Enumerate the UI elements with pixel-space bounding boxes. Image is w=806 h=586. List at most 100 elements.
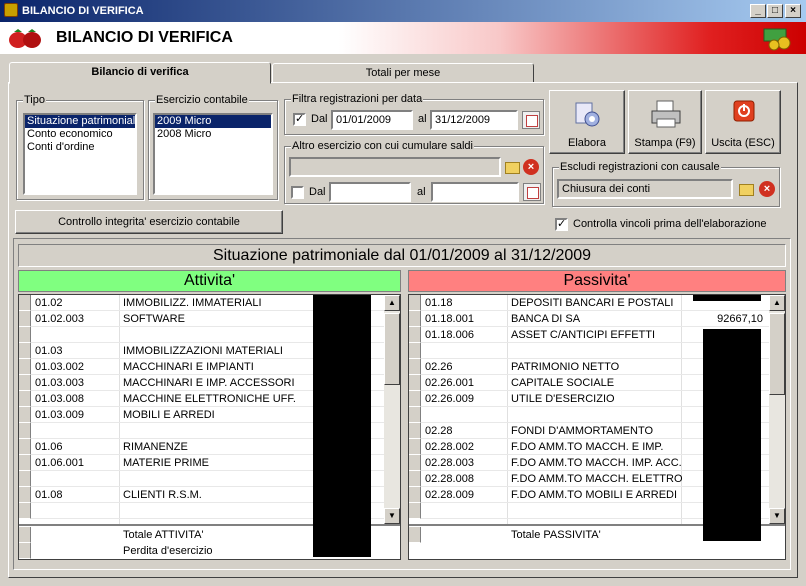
account-code: 02.26.009 <box>425 393 474 405</box>
account-description: CLIENTI R.S.M. <box>123 489 202 501</box>
controlla-vincoli-label: Controlla vincoli prima dell'elaborazion… <box>573 218 767 230</box>
redacted-values <box>313 295 371 557</box>
row-indicator <box>19 407 31 423</box>
power-icon <box>733 100 755 122</box>
row-indicator <box>409 359 421 375</box>
row-indicator <box>409 311 421 327</box>
strawberry-icon <box>9 29 41 48</box>
folder-icon[interactable] <box>737 180 755 198</box>
account-description: BANCA DI SA <box>511 313 581 325</box>
account-code: 01.03.008 <box>35 393 84 405</box>
account-code: 01.18 <box>425 297 453 309</box>
account-description: MACCHINE ELETTRONICHE UFF. <box>123 393 296 405</box>
scroll-thumb[interactable] <box>769 313 785 395</box>
row-indicator <box>19 423 31 439</box>
account-description: SOFTWARE <box>123 313 185 325</box>
footer-label: Perdita d'esercizio <box>123 545 213 557</box>
row-indicator <box>19 391 31 407</box>
footer-label: Totale ATTIVITA' <box>123 529 204 541</box>
uscita-button[interactable]: Uscita (ESC) <box>705 90 781 154</box>
scroll-down-arrow[interactable]: ▼ <box>769 508 785 524</box>
account-code: 01.18.006 <box>425 329 474 341</box>
redacted-values <box>703 329 761 541</box>
scroll-up-arrow[interactable]: ▲ <box>384 295 400 311</box>
controllo-integrita-button[interactable]: Controllo integrita' esercizio contabile <box>15 210 283 234</box>
altro-dal-input[interactable] <box>329 182 411 202</box>
altro-checkbox[interactable] <box>291 186 304 199</box>
table-row[interactable]: 01.18.001 BANCA DI SA 92667,10 <box>409 311 769 327</box>
tipo-item-situazione[interactable]: Situazione patrimoniale <box>25 115 135 128</box>
tipo-label: Tipo <box>23 94 46 106</box>
calendar-icon[interactable] <box>523 183 541 201</box>
elabora-button[interactable]: Elabora <box>549 90 625 154</box>
row-indicator <box>409 343 421 359</box>
tab-totali-per-mese[interactable]: Totali per mese <box>272 63 534 83</box>
attivita-grid[interactable]: 01.08 CLIENTI R.S.M. 01.06.001 MATERIE PRIM… <box>18 294 401 560</box>
scroll-up-arrow[interactable]: ▲ <box>769 295 785 311</box>
row-indicator <box>19 295 31 311</box>
filtra-dal-input[interactable]: 01/01/2009 <box>331 110 413 130</box>
row-indicator <box>409 423 421 439</box>
controlla-vincoli-checkbox[interactable]: ✓ <box>555 218 568 231</box>
filtra-label: Filtra registrazioni per data <box>291 93 424 105</box>
gear-icon <box>575 102 600 127</box>
row-indicator <box>19 503 31 519</box>
clear-icon[interactable]: × <box>523 159 539 175</box>
escludi-label: Escludi registrazioni con causale <box>559 161 721 173</box>
esercizio-group: Esercizio contabile 2009 Micro 2008 Micr… <box>148 94 278 200</box>
altro-esercizio-input[interactable] <box>289 157 501 177</box>
account-description: IMMOBILIZZ. IMMATERIALI <box>123 297 262 309</box>
row-indicator <box>19 487 31 503</box>
maximize-button[interactable]: □ <box>767 4 783 18</box>
report-title: Situazione patrimoniale dal 01/01/2009 a… <box>18 244 786 267</box>
account-code: 02.28.008 <box>425 473 474 485</box>
account-code: 02.28.009 <box>425 489 474 501</box>
passivita-scrollbar[interactable]: ▲ ▼ <box>769 295 785 524</box>
scroll-thumb[interactable] <box>384 313 400 385</box>
account-description: F.DO AMM.TO MACCH. ELETTRO <box>511 473 683 485</box>
footer-label: Totale PASSIVITA' <box>511 529 601 541</box>
row-indicator <box>19 359 31 375</box>
row-indicator <box>409 503 421 519</box>
scroll-down-arrow[interactable]: ▼ <box>384 508 400 524</box>
account-code: 01.06 <box>35 441 63 453</box>
account-description: MATERIE PRIME <box>123 457 209 469</box>
close-button[interactable]: × <box>785 4 801 18</box>
filtra-checkbox[interactable]: ✓ <box>293 113 306 126</box>
clear-icon[interactable]: × <box>759 181 775 197</box>
altro-al-input[interactable] <box>431 182 519 202</box>
row-indicator <box>409 327 421 343</box>
row-indicator <box>409 439 421 455</box>
calendar-icon[interactable] <box>522 111 540 129</box>
esercizio-list[interactable]: 2009 Micro 2008 Micro <box>153 113 273 195</box>
account-value: 92667,10 <box>717 313 763 325</box>
minimize-button[interactable]: _ <box>750 4 766 18</box>
folder-icon[interactable] <box>503 158 521 176</box>
account-description: MOBILI E ARREDI <box>123 409 215 421</box>
stampa-label: Stampa (F9) <box>634 137 696 149</box>
stampa-button[interactable]: Stampa (F9) <box>628 90 702 154</box>
esercizio-item-2009[interactable]: 2009 Micro <box>155 115 271 128</box>
row-indicator <box>409 527 421 543</box>
tab-bilancio-di-verifica[interactable]: Bilancio di verifica <box>9 62 271 84</box>
account-code: 02.26.001 <box>425 377 474 389</box>
tipo-item-conti-ordine[interactable]: Conti d'ordine <box>25 141 135 154</box>
account-description: DEPOSITI BANCARI E POSTALI <box>511 297 674 309</box>
row-indicator <box>409 487 421 503</box>
tipo-item-conto-economico[interactable]: Conto economico <box>25 128 135 141</box>
account-description: F.DO AMM.TO MACCH. E IMP. <box>511 441 664 453</box>
app-icon <box>4 3 18 17</box>
escludi-input[interactable]: Chiusura dei conti <box>557 179 733 199</box>
esercizio-item-2008[interactable]: 2008 Micro <box>155 128 271 141</box>
passivita-grid[interactable]: 02.28.009 F.DO AMM.TO MOBILI E ARREDI 02.2… <box>408 294 786 560</box>
row-indicator <box>19 311 31 327</box>
account-description: PATRIMONIO NETTO <box>511 361 620 373</box>
attivita-scrollbar[interactable]: ▲ ▼ <box>384 295 400 524</box>
account-code: 02.28.003 <box>425 457 474 469</box>
filtra-al-input[interactable]: 31/12/2009 <box>430 110 518 130</box>
account-description: FONDI D'AMMORTAMENTO <box>511 425 654 437</box>
tipo-list[interactable]: Situazione patrimoniale Conto economico … <box>23 113 137 195</box>
account-description: ASSET C/ANTICIPI EFFETTI <box>511 329 656 341</box>
account-description: UTILE D'ESERCIZIO <box>511 393 615 405</box>
printer-icon <box>651 100 681 128</box>
